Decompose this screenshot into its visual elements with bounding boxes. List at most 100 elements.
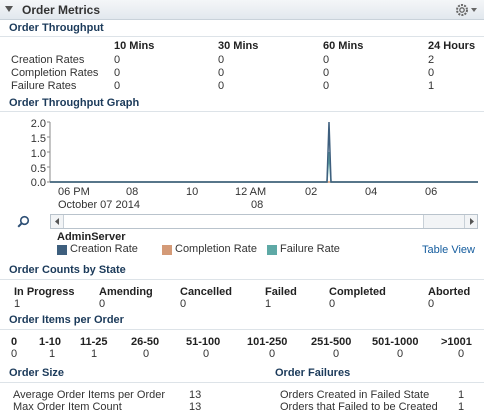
bucket-label: 251-500 (311, 336, 352, 348)
x-tick-label: 02 (305, 186, 317, 198)
chart-scrollbar[interactable] (50, 214, 478, 229)
order-size-value: 13 (189, 401, 202, 413)
scroll-left-button[interactable] (51, 215, 64, 228)
scroll-right-button[interactable] (464, 215, 477, 228)
divider (0, 36, 484, 37)
bucket-value: 0 (269, 348, 276, 360)
state-value: 0 (99, 298, 106, 310)
throughput-cell: 0 (323, 80, 330, 92)
throughput-cell: 2 (428, 54, 435, 66)
throughput-cell: 0 (218, 54, 225, 66)
order-failures-value: 1 (458, 401, 465, 413)
bucket-label: 51-100 (186, 336, 221, 348)
throughput-row-label: Failure Rates (11, 80, 77, 92)
bucket-value: 0 (203, 348, 210, 360)
items-per-order-title: Order Items per Order (9, 314, 124, 326)
throughput-col-header: 24 Hours (428, 40, 476, 52)
x-tick-label: 06 (425, 186, 437, 198)
graph-title: Order Throughput Graph (9, 97, 140, 109)
y-tick-label: 0.5 (31, 163, 46, 175)
legend-swatch-failure (267, 245, 277, 255)
series-line-creation-rate (50, 121, 478, 183)
legend-server-name: AdminServer (57, 231, 126, 243)
state-label: Amending (99, 286, 153, 298)
bucket-label: 101-250 (247, 336, 288, 348)
bucket-label: 0 (11, 336, 18, 348)
throughput-cell: 0 (218, 80, 225, 92)
throughput-cell: 0 (218, 67, 225, 79)
chevron-down-icon[interactable] (471, 8, 477, 12)
divider (0, 279, 484, 280)
order-size-value: 13 (189, 389, 202, 401)
bucket-value: 0 (11, 348, 18, 360)
throughput-row-label: Completion Rates (11, 67, 99, 79)
state-label: Aborted (428, 286, 471, 298)
x-tick-label: 08 (126, 186, 138, 198)
legend-label: Completion Rate (175, 243, 257, 255)
throughput-col-header: 10 Mins (114, 40, 155, 52)
bucket-label: 11-25 (80, 336, 108, 348)
chevron-right-icon (470, 218, 474, 225)
chevron-left-icon (55, 218, 59, 225)
bucket-value: 0 (458, 348, 465, 360)
y-tick-label: 1.5 (31, 133, 46, 145)
throughput-col-header: 60 Mins (323, 40, 364, 52)
state-value: 1 (265, 298, 272, 310)
series-line-failure-rate (50, 151, 478, 183)
bucket-value: 0 (333, 348, 340, 360)
bucket-label: 501-1000 (372, 336, 419, 348)
legend-swatch-completion (162, 245, 172, 255)
legend-label: Failure Rate (280, 243, 340, 255)
bucket-value: 0 (143, 348, 150, 360)
state-value: 0 (428, 298, 435, 310)
order-size-label: Average Order Items per Order (13, 389, 166, 401)
throughput-cell: 0 (114, 80, 121, 92)
panel-title: Order Metrics (22, 3, 101, 17)
x-tick-label: 10 (186, 186, 198, 198)
state-label: Failed (265, 286, 297, 298)
legend-label: Creation Rate (70, 243, 138, 255)
state-label: In Progress (14, 286, 75, 298)
order-failures-label: Orders that Failed to be Created (280, 401, 438, 413)
order-size-label: Max Order Item Count (13, 401, 122, 413)
scroll-thumb[interactable] (64, 215, 424, 228)
bucket-value: 1 (49, 348, 56, 360)
collapse-triangle-icon[interactable] (5, 5, 13, 13)
order-failures-title: Order Failures (275, 367, 351, 379)
state-value: 1 (14, 298, 21, 310)
x-date-label: October 07 2014 (58, 199, 140, 211)
throughput-col-header: 30 Mins (218, 40, 259, 52)
x-tick-label: 04 (365, 186, 377, 198)
y-tick-label: 2.0 (31, 118, 46, 130)
state-label: Completed (329, 286, 386, 298)
divider (0, 382, 484, 383)
state-value: 0 (180, 298, 187, 310)
table-view-link[interactable]: Table View (422, 244, 475, 256)
divider (0, 329, 484, 330)
throughput-cell: 0 (114, 54, 121, 66)
counts-title: Order Counts by State (9, 264, 126, 276)
zoom-icon[interactable] (17, 215, 30, 228)
x-tick-label: 06 PM (58, 186, 90, 198)
bucket-value: 0 (397, 348, 404, 360)
bucket-value: 1 (91, 348, 98, 360)
state-value: 0 (329, 298, 336, 310)
panel-header: Order Metrics (0, 0, 484, 20)
x-date-label: 08 (251, 199, 263, 211)
y-tick-label: 0.0 (31, 177, 46, 189)
legend-swatch-creation (57, 245, 67, 255)
throughput-chart: 2.0 1.5 1.0 0.5 0.0 06 PM 08 10 12 AM 02… (31, 118, 478, 211)
order-size-title: Order Size (9, 367, 65, 379)
order-failures-value: 1 (458, 389, 465, 401)
throughput-title: Order Throughput (9, 22, 104, 34)
bucket-label: 1-10 (39, 336, 62, 348)
bucket-label: >1001 (441, 336, 472, 348)
y-tick-label: 1.0 (31, 148, 46, 160)
gear-icon[interactable] (455, 3, 469, 17)
throughput-cell: 0 (114, 67, 121, 79)
throughput-cell: 0 (323, 67, 330, 79)
state-label: Cancelled (180, 286, 232, 298)
throughput-cell: 1 (428, 80, 435, 92)
throughput-cell: 0 (428, 67, 435, 79)
throughput-row-label: Creation Rates (11, 54, 85, 66)
